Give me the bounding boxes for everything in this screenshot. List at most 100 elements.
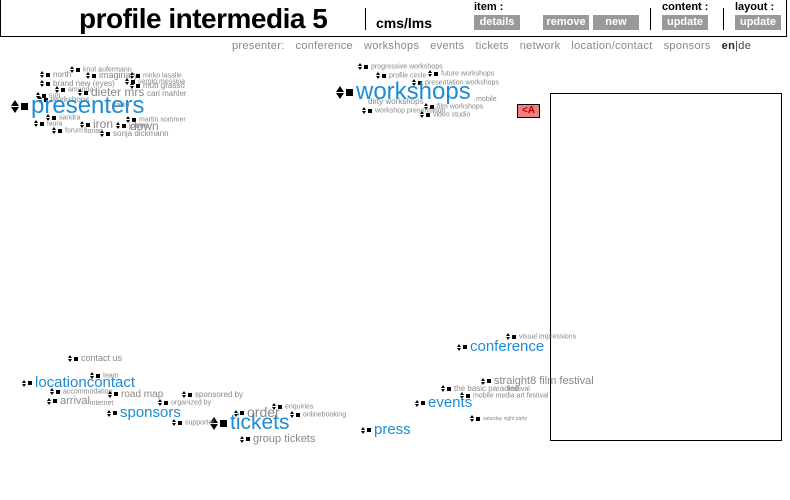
content-update-button[interactable]: update bbox=[662, 15, 708, 30]
nav-workshops[interactable]: workshops bbox=[364, 40, 419, 52]
node-label: sonja dickmann bbox=[113, 129, 169, 138]
node-label: mobile bbox=[476, 96, 497, 103]
node-item[interactable]: saturday night party bbox=[470, 415, 527, 422]
press-node[interactable]: press bbox=[361, 422, 411, 437]
nav-sponsors[interactable]: sponsors bbox=[664, 40, 711, 52]
node-label: road map bbox=[121, 389, 164, 400]
node-label: enquiries bbox=[285, 403, 314, 411]
node-controls[interactable] bbox=[441, 385, 451, 393]
node-controls[interactable] bbox=[240, 435, 250, 443]
details-button[interactable]: details bbox=[474, 15, 520, 30]
node-controls[interactable] bbox=[361, 426, 371, 434]
node-controls[interactable] bbox=[100, 130, 110, 138]
node-controls[interactable] bbox=[107, 409, 117, 417]
node-label: dirty workshops bbox=[368, 97, 424, 106]
node-controls[interactable] bbox=[362, 107, 372, 114]
divider bbox=[650, 8, 651, 30]
node-controls[interactable] bbox=[47, 397, 57, 405]
node-item[interactable]: video studio bbox=[420, 111, 470, 118]
sponsors-node[interactable]: sponsors bbox=[107, 405, 181, 420]
detail-panel bbox=[550, 93, 782, 441]
lang-en[interactable]: en bbox=[722, 40, 735, 52]
node-item[interactable]: sponsored by bbox=[182, 391, 243, 399]
nav-location-contact[interactable]: location/contact bbox=[571, 40, 652, 52]
node-controls[interactable] bbox=[40, 71, 50, 79]
header-bar: profile intermedia 5 cms/lms item : deta… bbox=[0, 0, 787, 37]
node-controls[interactable] bbox=[40, 80, 50, 88]
node-controls[interactable] bbox=[68, 355, 78, 363]
layout-label: layout : bbox=[735, 1, 775, 13]
node-item[interactable]: forum bbox=[52, 127, 83, 134]
node-label: video studio bbox=[433, 111, 471, 119]
node-item[interactable]: onlinebooking bbox=[290, 411, 346, 418]
new-button[interactable]: new bbox=[593, 15, 639, 30]
node-item[interactable]: group tickets bbox=[240, 434, 315, 445]
nav-network[interactable]: network bbox=[520, 40, 561, 52]
node-label: future workshops bbox=[441, 70, 495, 78]
node-controls[interactable] bbox=[34, 120, 44, 127]
node-label: onlinebooking bbox=[303, 411, 347, 419]
node-item[interactable]: sonja dickmann bbox=[100, 130, 169, 138]
node-controls[interactable] bbox=[457, 343, 467, 351]
node-label: saturday night party bbox=[483, 415, 527, 422]
node-item[interactable]: north bbox=[40, 71, 71, 79]
press-label: press bbox=[374, 421, 411, 438]
node-item[interactable]: mobile bbox=[476, 96, 497, 103]
node-controls[interactable] bbox=[108, 390, 118, 398]
node-item[interactable]: arrival bbox=[47, 396, 90, 407]
node-item[interactable]: contact us bbox=[68, 354, 122, 363]
node-controls[interactable] bbox=[290, 411, 300, 418]
node-controls[interactable] bbox=[358, 63, 368, 70]
item-label: item : bbox=[474, 1, 504, 13]
content-label: content : bbox=[662, 1, 709, 13]
node-label: north bbox=[53, 70, 72, 79]
node-controls[interactable] bbox=[415, 399, 425, 407]
divider bbox=[723, 8, 724, 30]
app-title: profile intermedia 5 bbox=[79, 3, 328, 34]
remove-button[interactable]: remove bbox=[543, 15, 589, 30]
node-item[interactable]: dirty workshops bbox=[368, 98, 424, 106]
node-controls[interactable] bbox=[182, 391, 192, 399]
node-label: forum bbox=[65, 127, 83, 135]
node-controls[interactable] bbox=[336, 86, 353, 100]
app-subtitle: cms/lms bbox=[376, 15, 433, 31]
node-label: sponsored by bbox=[195, 390, 244, 399]
nav-presenter[interactable]: presenter: bbox=[232, 40, 285, 52]
node-label: mobile media art festival bbox=[473, 392, 549, 400]
tickets-label: tickets bbox=[230, 411, 290, 434]
node-controls[interactable] bbox=[70, 66, 80, 73]
node-label: supporter bbox=[185, 419, 215, 427]
main-nav: presenter: conference workshops events ticke… bbox=[232, 40, 751, 52]
node-controls[interactable] bbox=[470, 415, 480, 422]
tickets-node[interactable]: tickets bbox=[210, 412, 290, 433]
nav-tickets[interactable]: tickets bbox=[475, 40, 508, 52]
node-controls[interactable] bbox=[428, 70, 438, 77]
node-controls[interactable] bbox=[11, 100, 28, 114]
node-label: arrival bbox=[60, 395, 90, 407]
node-controls[interactable] bbox=[52, 127, 62, 134]
events-node[interactable]: events bbox=[415, 395, 472, 410]
node-controls[interactable] bbox=[22, 379, 32, 387]
node-item[interactable]: cari mahler bbox=[147, 90, 187, 98]
node-controls[interactable] bbox=[420, 111, 430, 118]
lang-de[interactable]: de bbox=[738, 40, 751, 52]
node-label: radio bbox=[114, 102, 130, 109]
sponsors-label: sponsors bbox=[120, 404, 181, 421]
node-item[interactable]: mobile media art festival bbox=[460, 392, 548, 399]
conference-node[interactable]: conference bbox=[457, 339, 544, 354]
divider bbox=[365, 8, 366, 30]
collapse-panel-button[interactable]: <A bbox=[517, 104, 540, 118]
node-item[interactable]: road map bbox=[108, 390, 163, 400]
node-item[interactable]: internet bbox=[90, 400, 113, 407]
nav-conference[interactable]: conference bbox=[296, 40, 353, 52]
nav-events[interactable]: events bbox=[430, 40, 464, 52]
events-label: events bbox=[428, 394, 473, 411]
node-label: cari mahler bbox=[147, 89, 187, 98]
node-label: contact us bbox=[81, 353, 123, 363]
layout-update-button[interactable]: update bbox=[735, 15, 781, 30]
node-controls[interactable] bbox=[50, 388, 60, 395]
node-item[interactable]: radio bbox=[114, 102, 130, 109]
conference-label: conference bbox=[470, 338, 545, 355]
node-item[interactable]: future workshops bbox=[428, 70, 494, 77]
node-label: internet bbox=[90, 400, 114, 407]
